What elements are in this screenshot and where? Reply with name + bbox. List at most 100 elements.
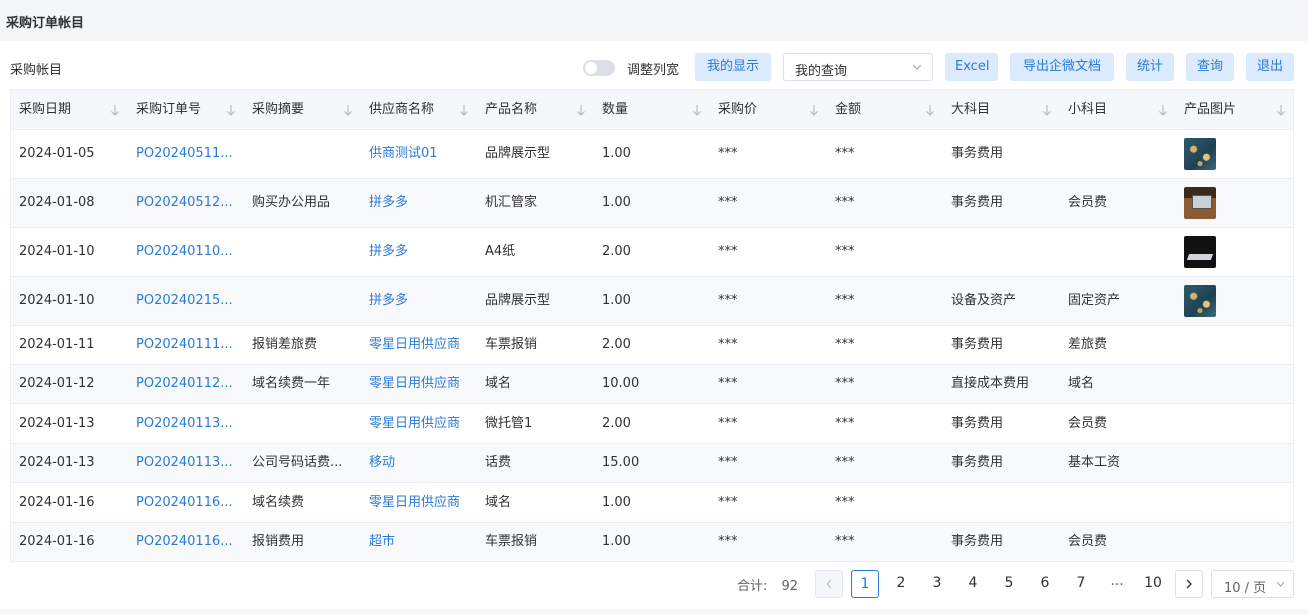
- cell-minor: [1060, 483, 1174, 522]
- cell-major: [943, 483, 1058, 522]
- cell-supplier[interactable]: 零星日用供应商: [361, 483, 475, 522]
- table-row[interactable]: 2024-01-16 PO20240116... 报销费用 超市 车票报销 1.00 ***…: [11, 523, 1293, 562]
- cell-supplier[interactable]: 拼多多: [361, 228, 475, 276]
- cell-product: 车票报销: [485, 337, 538, 352]
- stats-button[interactable]: 统计: [1126, 53, 1174, 81]
- cell-order[interactable]: PO20240111...: [128, 326, 242, 364]
- cell-amount: ***: [835, 534, 855, 549]
- cell-order[interactable]: PO20240512...: [128, 179, 242, 227]
- cell-major: 直接成本费用: [951, 376, 1030, 391]
- cell-amount: ***: [835, 376, 855, 391]
- table-row[interactable]: 2024-01-13 PO20240113... 公司号码话费... 移动 话费 15.0…: [11, 444, 1293, 483]
- sort-arrow-icon[interactable]: [809, 103, 819, 117]
- cell-order[interactable]: PO20240215...: [128, 277, 242, 325]
- cell-amount: ***: [835, 195, 855, 210]
- sort-arrow-icon[interactable]: [925, 103, 935, 117]
- cell-minor: 差旅费: [1068, 337, 1108, 352]
- orders-table: 采购日期 采购订单号 采购摘要 供应商名称 产品名称 数量 采购价 金额 大科目 小科目 产品图片 …: [10, 89, 1294, 562]
- cell-date: 2024-01-11: [19, 337, 95, 352]
- column-width-toggle[interactable]: [583, 60, 615, 76]
- excel-button[interactable]: Excel: [945, 53, 998, 81]
- toggle-knob: [585, 62, 597, 74]
- page-size-value: 10 / 页: [1224, 581, 1267, 596]
- page-number[interactable]: 1: [851, 570, 879, 598]
- cell-supplier[interactable]: 超市: [361, 523, 475, 561]
- cell-minor: [1060, 130, 1174, 178]
- table-row[interactable]: 2024-01-05 PO20240511... 供商测试01 品牌展示型 1.00 **…: [11, 130, 1293, 179]
- table-row[interactable]: 2024-01-16 PO20240116... 域名续费 零星日用供应商 域名 1.00…: [11, 483, 1293, 523]
- sort-arrow-icon[interactable]: [1158, 103, 1168, 117]
- table-row[interactable]: 2024-01-10 PO20240110... 拼多多 A4纸 2.00 *** ***: [11, 228, 1293, 277]
- cell-minor: 域名: [1068, 376, 1095, 391]
- my-display-button[interactable]: 我的显示: [695, 53, 771, 81]
- cell-order[interactable]: PO20240116...: [128, 523, 242, 561]
- sort-arrow-icon[interactable]: [110, 103, 120, 117]
- cell-summary: [244, 228, 359, 276]
- page-number[interactable]: 4: [959, 570, 987, 598]
- cell-date: 2024-01-12: [19, 376, 95, 391]
- chevron-right-icon: [1186, 579, 1192, 589]
- bokeh-image[interactable]: [1184, 285, 1216, 317]
- prev-page-button[interactable]: [815, 570, 843, 598]
- laptop-image[interactable]: [1184, 236, 1216, 268]
- cell-price: ***: [718, 376, 738, 391]
- cell-supplier[interactable]: 供商测试01: [361, 130, 475, 178]
- chevron-left-icon: [826, 579, 832, 589]
- cell-order[interactable]: PO20240110...: [128, 228, 242, 276]
- cell-supplier[interactable]: 零星日用供应商: [361, 365, 475, 403]
- sort-arrow-icon[interactable]: [1042, 103, 1052, 117]
- cell-price: ***: [718, 534, 738, 549]
- my-query-select[interactable]: 我的查询: [783, 53, 933, 81]
- page-number[interactable]: 3: [923, 570, 951, 598]
- query-button[interactable]: 查询: [1186, 53, 1234, 81]
- cell-supplier[interactable]: 零星日用供应商: [361, 404, 475, 443]
- desk-laptop-image[interactable]: [1184, 187, 1216, 219]
- exit-button[interactable]: 退出: [1246, 53, 1294, 81]
- cell-price: ***: [718, 146, 738, 161]
- sort-arrow-icon[interactable]: [459, 103, 469, 117]
- cell-supplier[interactable]: 拼多多: [361, 179, 475, 227]
- cell-product: 域名: [485, 495, 512, 510]
- page-ellipsis[interactable]: ...: [1103, 570, 1131, 598]
- sort-arrow-icon[interactable]: [692, 103, 702, 117]
- cell-major: 事务费用: [951, 337, 1004, 352]
- export-wecom-button[interactable]: 导出企微文档: [1010, 53, 1114, 81]
- cell-amount: ***: [835, 244, 855, 259]
- page-number[interactable]: 10: [1139, 570, 1167, 598]
- table-row[interactable]: 2024-01-08 PO20240512... 购买办公用品 拼多多 机汇管家 1.00…: [11, 179, 1293, 228]
- cell-summary: 报销差旅费: [252, 337, 318, 352]
- sort-arrow-icon[interactable]: [226, 103, 236, 117]
- cell-summary: 域名续费: [252, 495, 305, 510]
- cell-order[interactable]: PO20240112...: [128, 365, 242, 403]
- table-body: 2024-01-05 PO20240511... 供商测试01 品牌展示型 1.00 **…: [11, 130, 1293, 562]
- page-number[interactable]: 6: [1031, 570, 1059, 598]
- cell-order[interactable]: PO20240116...: [128, 483, 242, 522]
- cell-order[interactable]: PO20240113...: [128, 404, 242, 443]
- cell-order[interactable]: PO20240511...: [128, 130, 242, 178]
- page-number[interactable]: 7: [1067, 570, 1095, 598]
- cell-major: 事务费用: [951, 534, 1004, 549]
- main-panel: 采购帐目 调整列宽 我的显示 我的查询 Excel 导出企微文档 统计 查询 退…: [0, 41, 1308, 609]
- cell-supplier[interactable]: 零星日用供应商: [361, 326, 475, 364]
- cell-supplier[interactable]: 移动: [361, 444, 475, 482]
- bokeh-image[interactable]: [1184, 138, 1216, 170]
- next-page-button[interactable]: [1175, 570, 1203, 598]
- cell-price: ***: [718, 293, 738, 308]
- cell-summary: 购买办公用品: [252, 195, 331, 210]
- table-row[interactable]: 2024-01-10 PO20240215... 拼多多 品牌展示型 1.00 *** **…: [11, 277, 1293, 326]
- table-row[interactable]: 2024-01-13 PO20240113... 零星日用供应商 微托管1 2.00 **…: [11, 404, 1293, 444]
- sort-arrow-icon[interactable]: [1276, 103, 1286, 117]
- cell-date: 2024-01-13: [19, 455, 95, 470]
- page-number[interactable]: 5: [995, 570, 1023, 598]
- sort-arrow-icon[interactable]: [343, 103, 353, 117]
- cell-date: 2024-01-10: [19, 244, 95, 259]
- cell-amount: ***: [835, 337, 855, 352]
- page-number[interactable]: 2: [887, 570, 915, 598]
- cell-product: 车票报销: [485, 534, 538, 549]
- table-row[interactable]: 2024-01-11 PO20240111... 报销差旅费 零星日用供应商 车票报销 2…: [11, 326, 1293, 365]
- page-size-select[interactable]: 10 / 页: [1211, 570, 1294, 598]
- sort-arrow-icon[interactable]: [576, 103, 586, 117]
- cell-supplier[interactable]: 拼多多: [361, 277, 475, 325]
- table-row[interactable]: 2024-01-12 PO20240112... 域名续费一年 零星日用供应商 域名 10…: [11, 365, 1293, 404]
- cell-order[interactable]: PO20240113...: [128, 444, 242, 482]
